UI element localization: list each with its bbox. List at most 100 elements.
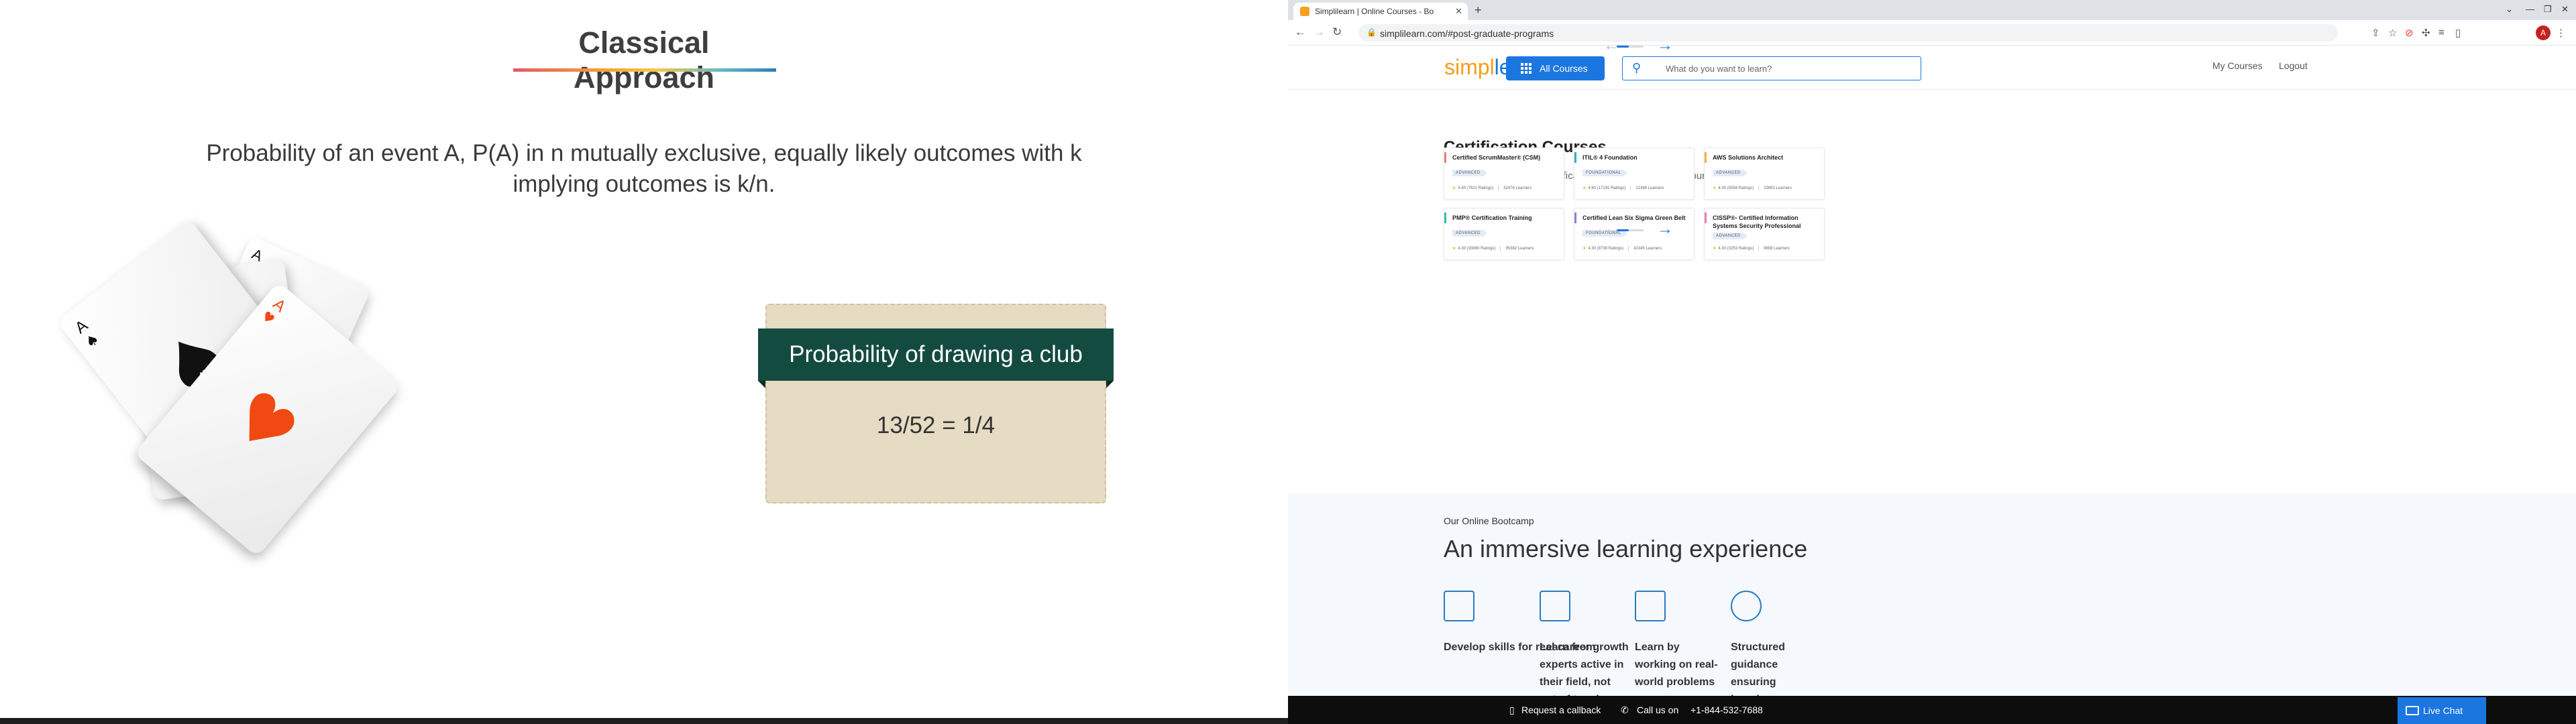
all-courses-label: All Courses bbox=[1540, 63, 1588, 74]
search-icon: ⚲ bbox=[1632, 61, 1642, 74]
presentation-icon bbox=[1540, 591, 1570, 621]
extensions-puzzle-icon[interactable]: ✣ bbox=[2422, 27, 2430, 39]
course-card[interactable]: ITIL® 4 Foundation FOUNDATIONAL ★ 4.60 (171… bbox=[1574, 147, 1695, 200]
course-rating: 4.40 (5594 Ratings) bbox=[1718, 186, 1754, 191]
course-learners: 95382 Learners bbox=[1505, 247, 1534, 251]
screen-icon bbox=[1635, 591, 1666, 621]
close-tab-icon[interactable]: ✕ bbox=[1455, 6, 1462, 17]
level-badge: ADVANCED bbox=[1713, 233, 1748, 239]
course-learners: 23653 Learners bbox=[1764, 186, 1792, 191]
course-card[interactable]: PMP® Certification Training ADVANCED ★ 4.30… bbox=[1444, 208, 1564, 260]
presentation-slide: Classical Approach Probability of an eve… bbox=[0, 0, 1288, 724]
title-underline bbox=[513, 68, 776, 72]
level-badge: FOUNDATIONAL bbox=[1582, 170, 1628, 176]
playing-cards-illustration: A ♣ A ♦ ♦ A ♠ ♠ ♠ A ♥ bbox=[61, 223, 398, 553]
course-search-input[interactable]: ⚲ What do you want to learn? bbox=[1622, 56, 1921, 80]
tab-strip: Simplilearn | Online Courses - Bo ✕ + ⌄ … bbox=[1288, 0, 2576, 20]
extension-red-icon[interactable]: ⊘ bbox=[2405, 27, 2414, 39]
bookmark-star-icon[interactable]: ☆ bbox=[2388, 27, 2397, 39]
clock-247-icon bbox=[1731, 591, 1762, 621]
course-title: PMP® Certification Training bbox=[1452, 215, 1532, 221]
browser-toolbar: ← → ↻ 🔒 simplilearn.com/#post-graduate-p… bbox=[1288, 20, 2576, 46]
request-callback-link[interactable]: Request a callback bbox=[1521, 705, 1601, 715]
course-title: Certified Lean Six Sigma Green Belt bbox=[1582, 215, 1686, 221]
forward-icon[interactable]: → bbox=[1313, 25, 1325, 39]
call-icon: ✆ bbox=[1621, 705, 1629, 715]
feature-text: Learn by working on real-world problems bbox=[1635, 642, 1718, 688]
slide-description: Probability of an event A, P(A) in n mut… bbox=[206, 140, 1082, 197]
course-learners: 21498 Learners bbox=[1635, 186, 1664, 191]
carousel-progress bbox=[1617, 46, 1644, 48]
live-chat-label: Live Chat bbox=[2423, 705, 2463, 716]
url-text[interactable]: simplilearn.com/#post-graduate-programs bbox=[1380, 28, 1554, 39]
reload-icon[interactable]: ↻ bbox=[1332, 25, 1342, 39]
star-icon: ★ bbox=[1713, 186, 1717, 191]
browser-window: Simplilearn | Online Courses - Bo ✕ + ⌄ … bbox=[1288, 0, 2576, 724]
course-title: ITIL® 4 Foundation bbox=[1582, 154, 1638, 161]
star-icon: ★ bbox=[1582, 247, 1587, 251]
restore-icon[interactable]: ❐ bbox=[2544, 4, 2552, 15]
browser-tab[interactable]: Simplilearn | Online Courses - Bo ✕ bbox=[1293, 3, 1468, 20]
course-learners: 9858 Learners bbox=[1764, 247, 1790, 251]
card-accent bbox=[1444, 152, 1446, 163]
course-card[interactable]: AWS Solutions Architect ADVANCED ★ 4.40 (55… bbox=[1704, 147, 1825, 200]
level-badge: ADVANCED bbox=[1452, 170, 1487, 176]
course-learners: 42345 Learners bbox=[1633, 247, 1662, 251]
all-courses-button[interactable]: All Courses bbox=[1506, 56, 1605, 80]
course-title: CISSP®- Certified Information Systems Se… bbox=[1713, 215, 1801, 229]
card-accent bbox=[1705, 213, 1707, 223]
course-card[interactable]: Certified Lean Six Sigma Green Belt FOUND… bbox=[1574, 208, 1695, 260]
level-badge: ADVANCED bbox=[1452, 230, 1487, 237]
probability-value: 13/52 = 1/4 bbox=[876, 412, 996, 438]
carousel-progress bbox=[1617, 229, 1644, 231]
phone-number-link[interactable]: +1-844-532-7688 bbox=[1690, 705, 1763, 715]
back-icon[interactable]: ← bbox=[1295, 25, 1306, 39]
live-chat-button[interactable]: Live Chat bbox=[2398, 697, 2486, 724]
search-placeholder: What do you want to learn? bbox=[1666, 64, 1772, 74]
lock-icon[interactable]: 🔒 bbox=[1366, 27, 1377, 37]
star-icon: ★ bbox=[1582, 186, 1587, 191]
slide-bottom-edge bbox=[0, 718, 1288, 724]
close-window-icon[interactable]: ✕ bbox=[2561, 4, 2569, 15]
course-rating: 4.60 (17192 Ratings) bbox=[1588, 186, 1626, 191]
share-icon[interactable]: ⇪ bbox=[2371, 27, 2380, 39]
phone-icon: ▯ bbox=[1509, 705, 1515, 715]
address-bar[interactable]: 🔒 simplilearn.com/#post-graduate-program… bbox=[1358, 24, 2338, 42]
logout-link[interactable]: Logout bbox=[2279, 60, 2308, 71]
favicon-icon bbox=[1300, 7, 1309, 16]
side-panel-icon[interactable]: ▯ bbox=[2455, 27, 2461, 39]
minimize-icon[interactable]: — bbox=[2526, 4, 2534, 14]
bootcamp-title: An immersive learning experience bbox=[1444, 535, 1808, 562]
contact-bar: ▯ Request a callback ✆ Call us on +1-844… bbox=[1288, 696, 2576, 724]
course-stats: ★ 4.60 (17192 Ratings) 21498 Learners bbox=[1582, 186, 1664, 190]
media-icon[interactable]: ≡ bbox=[2438, 27, 2445, 38]
course-stats: ★ 4.30 (30890 Ratings) 95382 Learners bbox=[1452, 246, 1534, 251]
bootcamp-section: Our Online Bootcamp An immersive learnin… bbox=[1288, 493, 2576, 724]
grid-icon bbox=[1521, 63, 1532, 74]
course-rating: 4.40 (7621 Ratings) bbox=[1458, 186, 1494, 191]
carousel-next-icon[interactable]: → bbox=[1657, 220, 1673, 239]
card-accent bbox=[1574, 213, 1576, 223]
course-stats: ★ 4.40 (5594 Ratings) 23653 Learners bbox=[1713, 186, 1792, 190]
card-accent bbox=[1444, 213, 1446, 223]
card-accent bbox=[1705, 152, 1707, 163]
course-stats: ★ 4.30 (3253 Ratings) 9858 Learners bbox=[1713, 246, 1790, 251]
chevron-down-icon[interactable]: ⌄ bbox=[2506, 4, 2513, 15]
course-rating: 4.30 (3253 Ratings) bbox=[1718, 247, 1754, 251]
course-stats: ★ 4.30 (8738 Ratings) 42345 Learners bbox=[1582, 246, 1662, 251]
star-icon: ★ bbox=[1452, 247, 1456, 251]
bootcamp-kicker: Our Online Bootcamp bbox=[1444, 516, 1534, 526]
my-courses-link[interactable]: My Courses bbox=[2212, 60, 2263, 71]
course-card[interactable]: Certified ScrumMaster® (CSM) ADVANCED ★ 4.4… bbox=[1444, 147, 1564, 200]
new-tab-icon[interactable]: + bbox=[1474, 3, 1482, 17]
slide-title: Classical Approach bbox=[573, 25, 714, 95]
star-icon: ★ bbox=[1452, 186, 1456, 191]
tab-title: Simplilearn | Online Courses - Bo bbox=[1315, 7, 1434, 16]
course-card[interactable]: CISSP®- Certified Information Systems Se… bbox=[1704, 208, 1825, 260]
chat-icon bbox=[2406, 706, 2419, 715]
more-menu-icon[interactable]: ⋮ bbox=[2556, 27, 2566, 39]
profile-avatar[interactable]: A bbox=[2536, 25, 2551, 40]
carousel-next-icon[interactable]: → bbox=[1657, 36, 1673, 55]
course-rating: 4.30 (30890 Ratings) bbox=[1458, 247, 1496, 251]
course-learners: 32476 Learners bbox=[1503, 186, 1532, 191]
